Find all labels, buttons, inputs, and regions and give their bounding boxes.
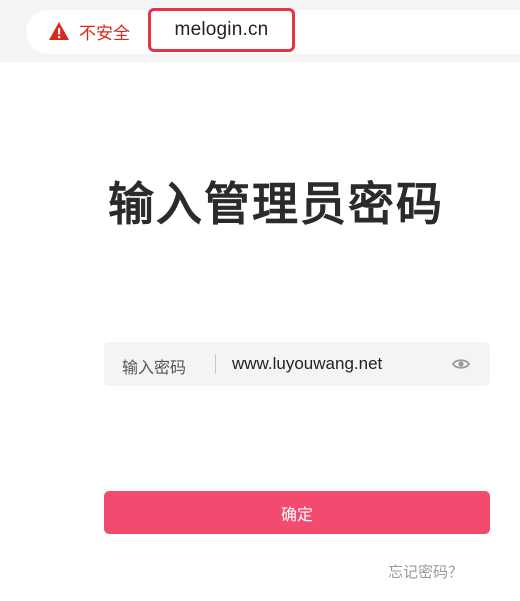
eye-icon[interactable] (452, 356, 470, 372)
url-text: melogin.cn (174, 19, 269, 40)
url-highlight-box[interactable]: melogin.cn (148, 8, 295, 52)
field-divider (215, 354, 216, 374)
browser-toolbar: 不安全 melogin.cn (0, 0, 520, 62)
security-indicator[interactable]: 不安全 (48, 19, 130, 44)
forgot-password-link[interactable]: 忘记密码？ (388, 561, 463, 582)
password-field[interactable]: 输入密码 (104, 342, 490, 386)
password-label: 输入密码 (122, 358, 187, 377)
confirm-button[interactable]: 确定 (104, 491, 490, 534)
login-page: 不安全 melogin.cn 输入管理员密码 输入密码 确定 忘记密码？ (0, 0, 520, 601)
warning-triangle-icon (49, 22, 69, 40)
password-input[interactable] (226, 349, 458, 379)
page-title: 输入管理员密码 (108, 177, 444, 231)
security-label: 不安全 (79, 23, 130, 44)
